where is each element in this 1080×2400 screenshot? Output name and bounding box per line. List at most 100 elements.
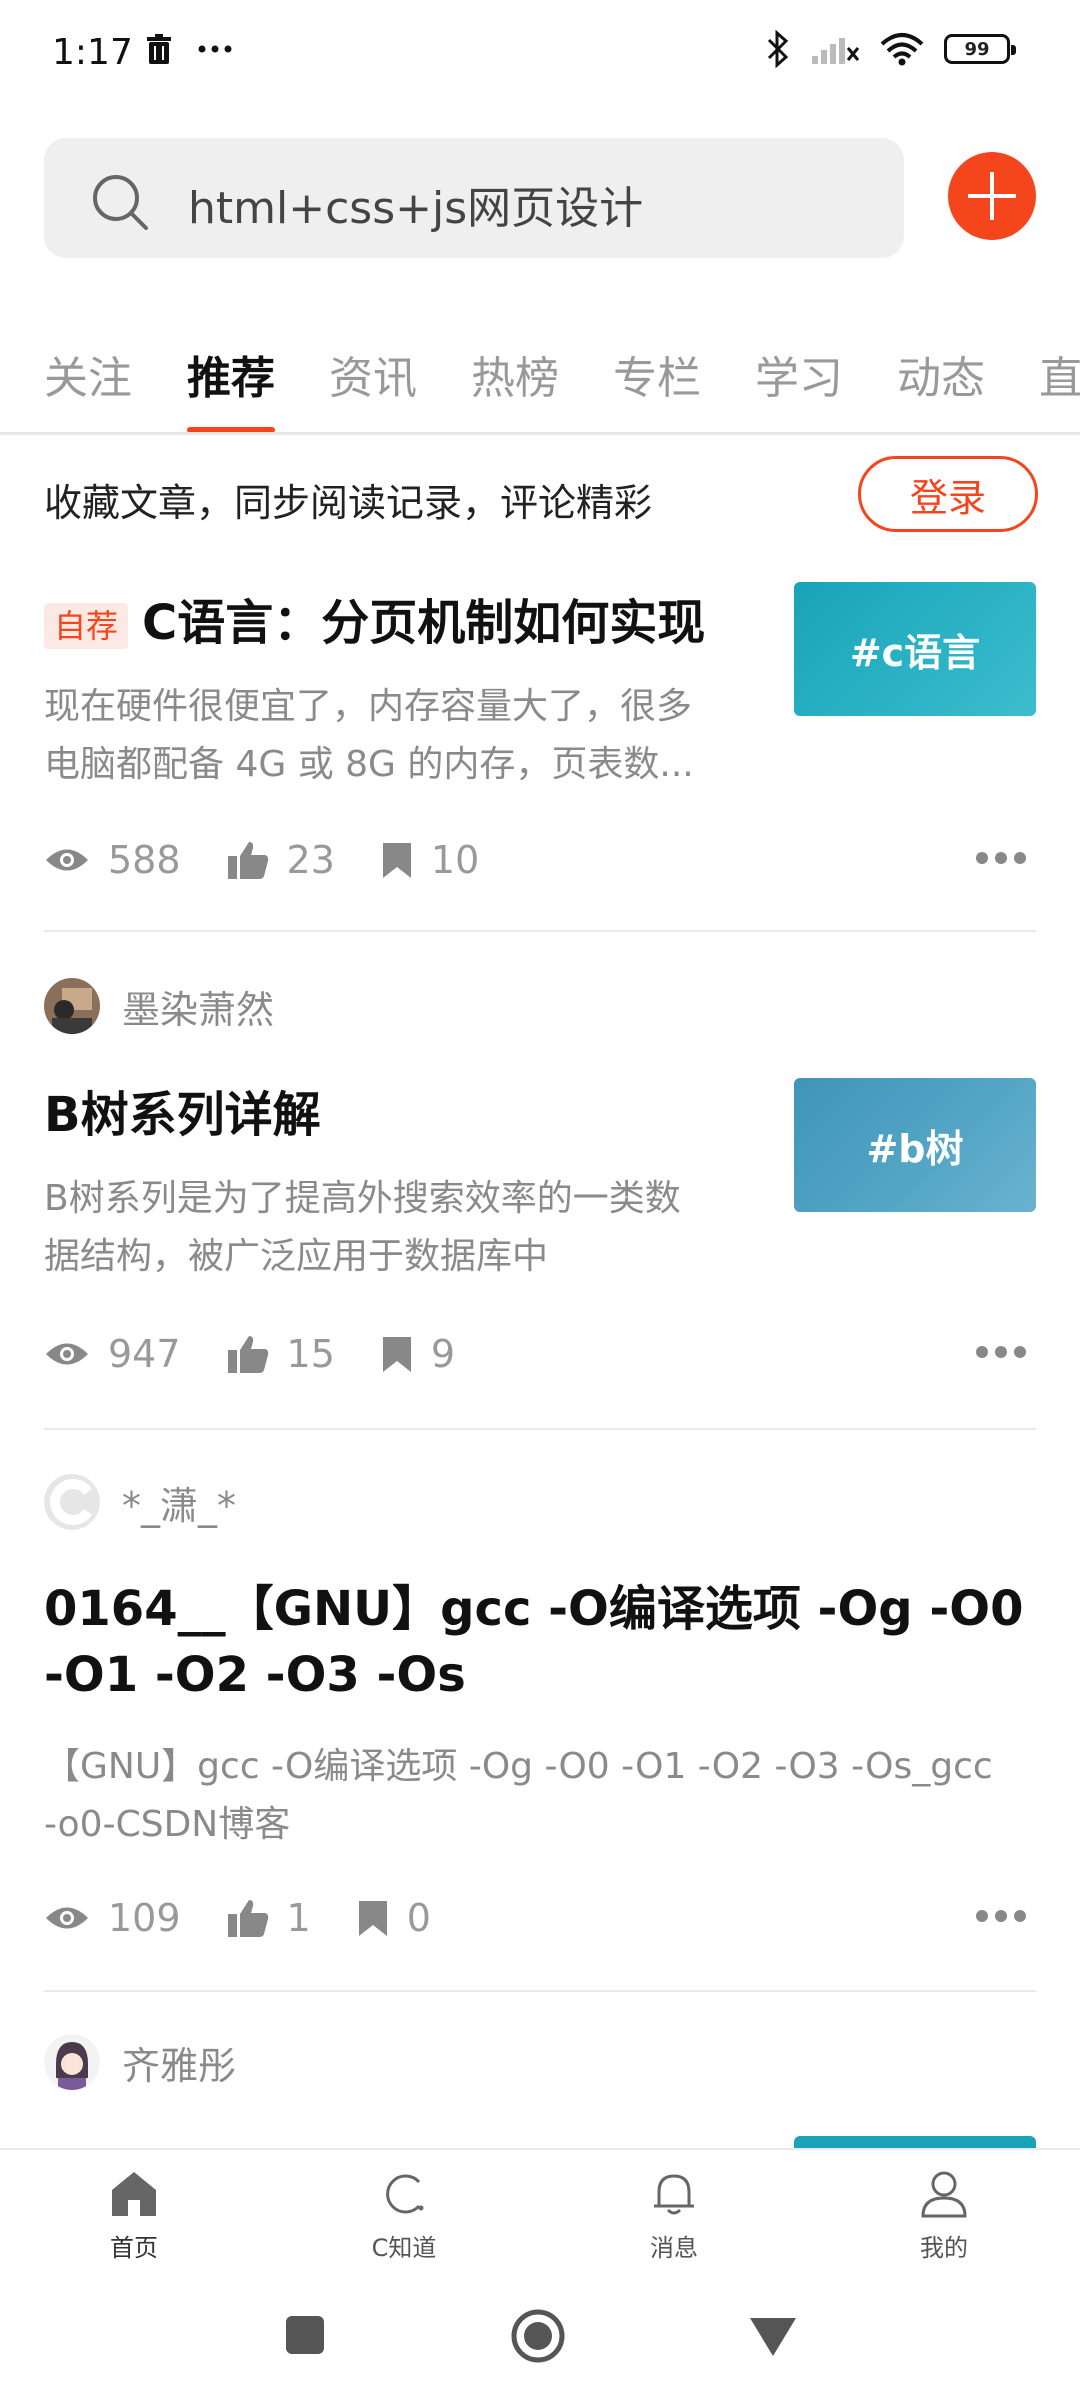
status-time: 1:17 [52,32,133,73]
article-thumbnail[interactable]: #b树 [794,1078,1036,1212]
favorites-count: 10 [430,838,480,882]
article-thumbnail[interactable] [794,2136,1036,2148]
summary-line: 现在硬件很便宜了，内存容量大了，很多 [44,686,693,727]
nav-home[interactable]: 首页 [64,2170,204,2263]
author-row[interactable]: 墨染萧然 [44,978,274,1034]
nav-c-know[interactable]: C知道 [334,2170,474,2263]
author-name: *_潇_* [122,1483,237,1528]
views-stat: 109 [44,1896,181,1940]
login-button[interactable]: 登录 [858,456,1038,532]
article-title: B树系列详解 [44,1087,321,1143]
bookmark-icon [382,1337,411,1372]
summary-line: 据结构，被广泛应用于数据库中 [44,1236,549,1277]
c-know-icon [386,2174,424,2214]
article-summary: 【GNU】gcc -O编译选项 -Og -O0 -O1 -O2 -O3 -Os_… [44,1738,993,1854]
author-row[interactable]: 齐雅彤 [44,2034,236,2090]
favorites-count: 9 [430,1332,456,1376]
likes-count: 1 [286,1896,311,1940]
home-circle-icon[interactable] [510,2308,566,2364]
signal-icon [812,38,860,64]
divider [44,1990,1036,1992]
likes-stat[interactable]: 23 [227,838,335,882]
add-button[interactable] [948,152,1036,240]
summary-line: 电脑都配备 4G 或 8G 的内存，页表数... [44,744,694,785]
tabs-divider [0,432,1080,435]
likes-stat[interactable]: 15 [227,1332,335,1376]
trash-icon [147,34,171,64]
favorites-stat[interactable]: 0 [357,1896,431,1940]
status-bar: 1:17 99 [0,0,1080,110]
author-row[interactable]: *_潇_* [44,1474,236,1530]
category-tabs: 关注 推荐 资讯 热榜 专栏 学习 动态 直 [0,330,1080,434]
more-options-button[interactable] [976,1906,1026,1926]
eye-icon [46,1907,88,1929]
more-options-button[interactable] [976,848,1026,868]
bookmark-icon [358,1901,387,1936]
favorites-stat[interactable]: 9 [381,1332,455,1376]
nav-profile[interactable]: 我的 [874,2170,1014,2263]
favorites-count: 0 [406,1896,431,1940]
app-screen: 1:17 99 html+css+js网页设计 关注 推荐 资讯 热榜 专栏 学… [0,0,1080,2400]
summary-line: B树系列是为了提高外搜索效率的一类数 [44,1178,681,1219]
bell-icon [654,2174,694,2215]
eye-icon [46,1343,88,1365]
back-triangle-icon[interactable] [748,2316,798,2358]
article-title: 自荐 C语言：分页机制如何实现 [44,590,705,656]
avatar[interactable] [44,2034,100,2090]
tab-rebang[interactable]: 热榜 [471,342,559,406]
wifi-icon [880,33,924,66]
views-count: 588 [108,838,181,882]
article-summary: B树系列是为了提高外搜索效率的一类数 据结构，被广泛应用于数据库中 [44,1170,681,1286]
thumbs-up-icon [227,1900,268,1937]
thumbs-up-icon [227,842,268,879]
views-count: 947 [108,1332,181,1376]
profile-icon [921,2171,967,2218]
avatar[interactable] [44,1474,100,1530]
nav-label: 首页 [110,2234,158,2262]
more-dots-icon [198,45,232,53]
tab-dongtai[interactable]: 动态 [897,342,985,406]
eye-icon [46,849,88,871]
likes-count: 15 [286,1332,335,1376]
divider [44,930,1036,932]
status-left-icons [146,34,232,64]
recommend-badge: 自荐 [44,603,129,649]
article-stats: 588 23 10 [44,838,525,882]
nav-messages[interactable]: 消息 [604,2170,744,2263]
thumbs-up-icon [227,1336,268,1373]
bottom-navigation: 首页 C知道 消息 我的 [0,2148,1080,2288]
likes-count: 23 [286,838,335,882]
system-navigation [0,2290,1080,2400]
title-line: -O1 -O2 -O3 -Os [44,1647,466,1703]
avatar[interactable] [44,978,100,1034]
views-stat: 947 [44,1332,181,1376]
status-right-icons: 99 [766,30,1016,68]
tab-zixun[interactable]: 资讯 [329,342,417,406]
article-summary: 现在硬件很便宜了，内存容量大了，很多 电脑都配备 4G 或 8G 的内存，页表数… [44,678,694,794]
search-icon [93,175,148,230]
search-input[interactable]: html+css+js网页设计 [44,138,904,258]
article-card[interactable]: B树系列详解 B树系列是为了提高外搜索效率的一类数 据结构，被广泛应用于数据库中… [44,1078,1036,1388]
author-name: 齐雅彤 [122,2043,237,2088]
article-stats: 109 1 0 [44,1896,477,1940]
nav-label: 消息 [650,2234,698,2262]
favorites-stat[interactable]: 10 [381,838,479,882]
tab-zhi[interactable]: 直 [1039,342,1080,406]
views-stat: 588 [44,838,181,882]
recent-apps-icon[interactable] [284,2314,326,2356]
article-card[interactable]: 自荐 C语言：分页机制如何实现 现在硬件很便宜了，内存容量大了，很多 电脑都配备 … [44,582,1036,892]
home-icon [112,2172,156,2216]
article-thumbnail[interactable]: #c语言 [794,582,1036,716]
tab-tuijian[interactable]: 推荐 [187,342,275,406]
bluetooth-icon [767,30,789,68]
likes-stat[interactable]: 1 [227,1896,311,1940]
tab-zhuanlan[interactable]: 专栏 [613,342,701,406]
tab-xuexi[interactable]: 学习 [755,342,843,406]
views-count: 109 [108,1896,181,1940]
more-options-button[interactable] [976,1342,1026,1362]
summary-line: 【GNU】gcc -O编译选项 -Og -O0 -O1 -O2 -O3 -Os_… [44,1746,993,1787]
nav-label: 我的 [920,2234,968,2262]
article-card[interactable]: 0164__【GNU】gcc -O编译选项 -Og -O0 -O1 -O2 -O… [44,1576,1036,1946]
search-query: html+css+js网页设计 [188,183,644,234]
tab-guanzhu[interactable]: 关注 [44,342,132,406]
